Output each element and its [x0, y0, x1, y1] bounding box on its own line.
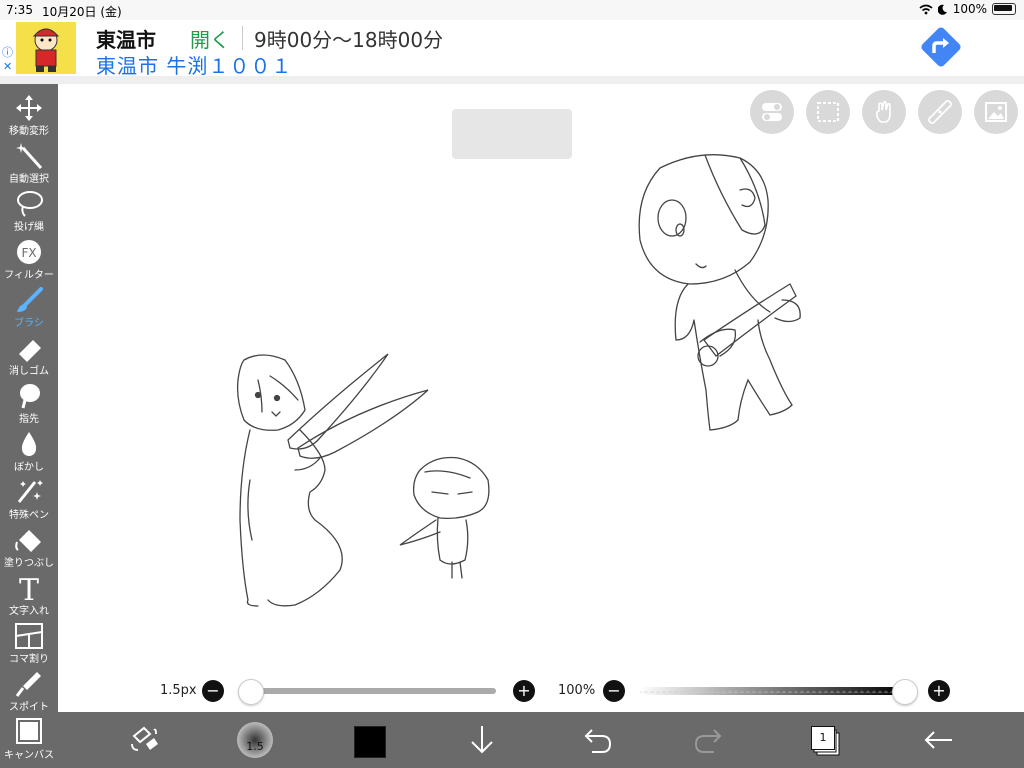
bottom-toolbar: [58, 712, 1024, 768]
toggle-icon: [762, 103, 782, 121]
opacity-plus-button[interactable]: +: [928, 680, 950, 702]
brush-size-slider-track[interactable]: [250, 688, 496, 694]
tool-auto-select[interactable]: 自動選択: [0, 136, 58, 185]
tool-finger[interactable]: 指先: [0, 376, 58, 425]
tool-filter[interactable]: FX フィルター: [0, 232, 58, 281]
undo-icon[interactable]: [578, 722, 614, 758]
tool-lasso[interactable]: 投げ縄: [0, 184, 58, 233]
fx-icon: FX: [17, 240, 41, 264]
tool-label: 文字入れ: [9, 606, 49, 617]
status-time: 7:35: [6, 3, 33, 17]
tool-move-transform[interactable]: 移動変形: [0, 88, 58, 137]
ad-info-icon[interactable]: ⓘ: [2, 44, 13, 60]
tool-blur[interactable]: ぼかし: [0, 424, 58, 473]
tool-special-pen[interactable]: 特殊ペン: [0, 472, 58, 521]
redo-icon[interactable]: [692, 722, 728, 758]
svg-text:T: T: [19, 574, 39, 602]
tool-eraser[interactable]: 消しゴム: [0, 328, 58, 377]
ruler-icon: [928, 100, 952, 124]
opacity-minus-button[interactable]: −: [603, 680, 625, 702]
magic-wand-icon: [16, 143, 43, 170]
tool-label: キャンバス: [4, 750, 54, 761]
brush-size-label: 1.5px: [160, 683, 197, 698]
lasso-icon: [17, 191, 43, 217]
tool-label: 自動選択: [9, 174, 49, 185]
tool-canvas[interactable]: キャンバス: [0, 712, 58, 761]
status-bar: 7:35 10月20日 (金) 100%: [0, 0, 1024, 20]
tool-label: 消しゴム: [9, 366, 49, 377]
tool-label: スポイト: [9, 702, 49, 713]
tool-fill[interactable]: 塗りつぶし: [0, 520, 58, 569]
image-button[interactable]: [974, 90, 1018, 134]
selection-rect-icon: [817, 102, 839, 122]
tool-brush[interactable]: ブラシ: [0, 280, 58, 329]
hand-tool-button[interactable]: [862, 90, 906, 134]
ad-address[interactable]: 東温市 牛渕１００１: [96, 50, 292, 79]
tool-label: 塗りつぶし: [3, 558, 55, 569]
status-date: 10月20日 (金): [42, 5, 122, 19]
opacity-label: 100%: [558, 683, 596, 698]
layer-popup-button[interactable]: [452, 109, 572, 159]
toggle-settings-button[interactable]: [750, 90, 794, 134]
eyedropper-icon: [15, 672, 41, 697]
tool-sidebar: 移動変形 自動選択 投げ縄 FX フィルター ブラシ 消しゴム 指先 ぼかし 特…: [0, 84, 58, 768]
blur-drop-icon: [21, 432, 37, 456]
battery-percent: 100%: [952, 2, 987, 16]
back-arrow-icon[interactable]: [920, 722, 956, 758]
download-arrow-icon[interactable]: [464, 722, 500, 758]
tool-label: ブラシ: [14, 318, 44, 329]
tool-text[interactable]: T 文字入れ: [0, 568, 58, 617]
battery-icon: [992, 3, 1016, 15]
frame-divide-icon: [15, 623, 43, 649]
image-icon: [985, 102, 1007, 122]
ad-open-link[interactable]: 開く: [190, 24, 230, 53]
fill-bucket-icon: [15, 530, 41, 552]
directions-icon[interactable]: [918, 24, 964, 70]
move-icon: [16, 95, 42, 121]
opacity-slider-thumb[interactable]: [892, 679, 918, 705]
eraser-icon: [19, 340, 41, 362]
tool-frame-divide[interactable]: コマ割り: [0, 616, 58, 665]
moon-icon: [937, 4, 947, 15]
tool-label: 投げ縄: [14, 222, 44, 233]
ad-close-icon[interactable]: ✕: [3, 60, 12, 73]
brush-preview-value: 1.5: [246, 740, 264, 753]
opacity-slider-track[interactable]: [640, 687, 904, 695]
wifi-icon: [919, 4, 933, 14]
tool-label: 指先: [19, 414, 39, 425]
layer-count[interactable]: 1: [811, 726, 835, 750]
ad-hours: 9時00分～18時00分: [254, 28, 444, 52]
ad-title[interactable]: 東温市: [96, 24, 156, 53]
ruler-button[interactable]: [918, 90, 962, 134]
ad-separator: [242, 26, 243, 50]
brush-size-slider-thumb[interactable]: [238, 679, 264, 705]
brush-preview-button[interactable]: 1.5: [237, 722, 273, 758]
hand-icon: [876, 100, 891, 123]
tool-label: フィルター: [4, 270, 54, 281]
drawing-canvas[interactable]: [58, 84, 1024, 712]
brush-size-plus-button[interactable]: +: [513, 680, 535, 702]
brush-icon: [17, 287, 43, 312]
canvas-icon: [16, 718, 42, 744]
ad-banner[interactable]: ⓘ ✕ 東温市 開く 9時00分～18時00分 東温市 牛渕１００１: [0, 20, 1024, 79]
tool-label: 移動変形: [9, 126, 49, 137]
status-right: 100%: [919, 2, 1016, 16]
svg-text:FX: FX: [21, 246, 36, 260]
swap-pen-eraser-icon[interactable]: [126, 722, 162, 758]
tool-label: コマ割り: [9, 654, 49, 665]
tool-label: ぼかし: [14, 462, 44, 473]
special-pen-icon: [17, 480, 43, 503]
canvas-drawing: [236, 154, 801, 607]
current-color-button[interactable]: [354, 726, 386, 758]
ad-mascot-image: [16, 22, 76, 74]
brush-size-minus-button[interactable]: −: [202, 680, 224, 702]
tool-eyedropper[interactable]: スポイト: [0, 664, 58, 713]
text-icon: T: [19, 574, 39, 602]
finger-icon: [20, 384, 40, 409]
tool-label: 特殊ペン: [9, 510, 49, 521]
selection-button[interactable]: [806, 90, 850, 134]
